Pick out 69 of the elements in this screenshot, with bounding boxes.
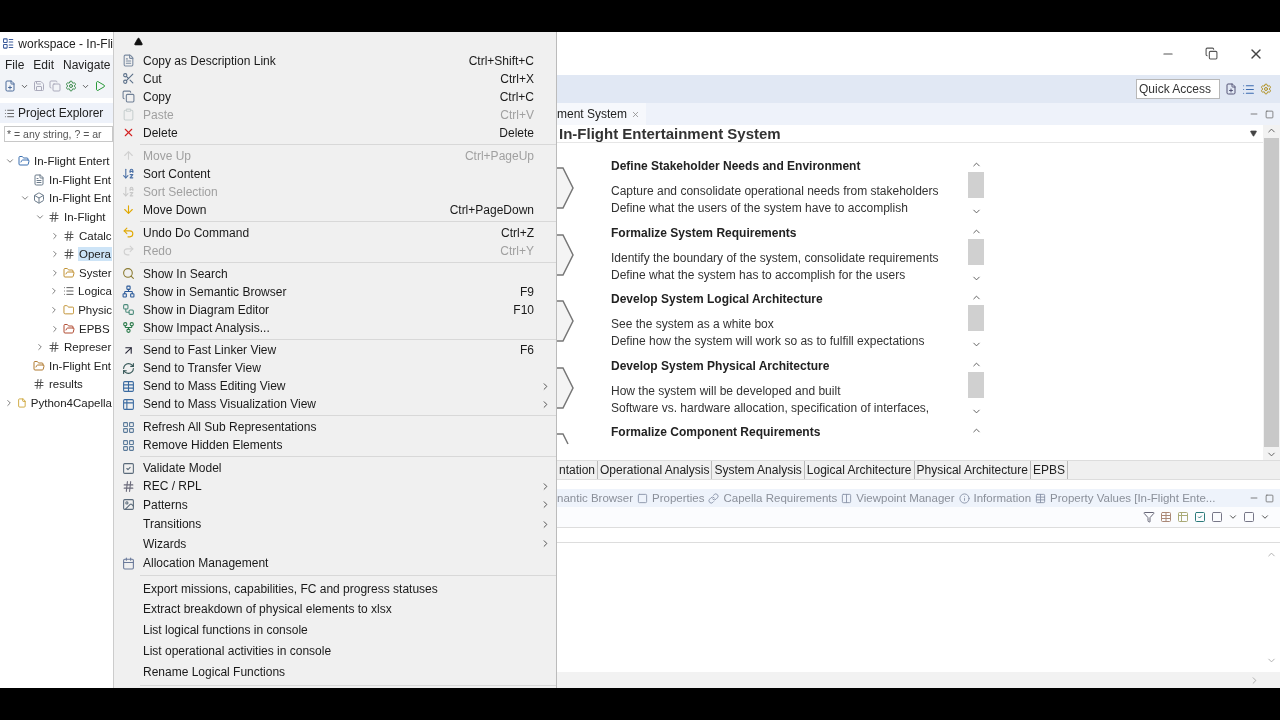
tree-item[interactable]: Python4Capella: [29, 396, 113, 410]
step-description: Define what the users of the system have to accomplish: [611, 200, 909, 217]
quick-access-field[interactable]: Quick Access: [1136, 79, 1220, 99]
menu-item[interactable]: Sort Content: [114, 164, 556, 183]
menu-item[interactable]: Validate Model: [114, 459, 556, 478]
step-title[interactable]: Develop System Physical Architecture: [611, 358, 968, 383]
step-description: See the system as a white box: [611, 316, 775, 333]
editor-title: In-Flight Entertainment System: [559, 125, 781, 142]
menu-item[interactable]: Transitions: [114, 514, 556, 535]
menu-item[interactable]: Wizards: [114, 534, 556, 554]
page-tab[interactable]: Physical Architecture: [914, 461, 1031, 479]
step-description: Identify the boundary of the system, consolidate requirements: [611, 249, 940, 267]
step-description: Capture and consolidate operational needs from stakeholders: [611, 183, 940, 200]
menu-item[interactable]: Refresh All Sub Representations: [114, 418, 556, 437]
menu-item[interactable]: Show in Semantic Browser F9: [114, 282, 556, 301]
step-description: Software vs. hardware allocation, specification of interfaces,: [611, 399, 931, 417]
menu-item[interactable]: Move Down Ctrl+PageDown: [114, 200, 556, 219]
menu-item[interactable]: REC / RPL: [114, 477, 556, 496]
page-tab[interactable]: System Analysis: [712, 461, 805, 479]
tree-item[interactable]: Represer: [63, 340, 113, 355]
tree-item[interactable]: Opera: [78, 247, 112, 262]
menu-item[interactable]: List logical functions in console: [114, 619, 556, 641]
menu-bar-item[interactable]: File: [5, 57, 25, 72]
step-title[interactable]: Formalize System Requirements: [611, 225, 968, 250]
menu-item[interactable]: Copy Ctrl+C: [114, 87, 556, 106]
step-title[interactable]: Develop System Logical Architecture: [611, 292, 968, 316]
tree-item[interactable]: Logica: [77, 284, 113, 299]
tree-item[interactable]: Physic: [77, 303, 113, 318]
menu-item[interactable]: Export missions, capabilities, FC and progress statuses: [114, 578, 556, 599]
menu-item[interactable]: Show In Search: [114, 264, 556, 283]
menu-item[interactable]: Cut Ctrl+X: [114, 69, 556, 88]
step-description: Define what the system has to accomplish for the users: [611, 266, 907, 284]
menu-item[interactable]: List operational activities in console: [114, 640, 556, 662]
menu-item[interactable]: Patterns: [114, 495, 556, 515]
filter-field[interactable]: * = any string, ? = ar: [4, 126, 113, 142]
tree-item[interactable]: results: [48, 377, 84, 392]
tree-item[interactable]: EPBS: [78, 321, 111, 336]
step-title[interactable]: Define Stakeholder Needs and Environment: [611, 159, 968, 183]
menu-item[interactable]: Undo Do Command Ctrl+Z: [114, 223, 556, 242]
tree-item[interactable]: Syster: [78, 265, 113, 280]
menu-item[interactable]: Send to Transfer View: [114, 359, 556, 378]
menu-item[interactable]: Show Impact Analysis...: [114, 318, 556, 337]
step-title[interactable]: Formalize Component Requirements: [611, 425, 968, 449]
menu-item[interactable]: Allocation Management: [114, 553, 556, 574]
page-tab[interactable]: EPBS: [1030, 461, 1068, 479]
tree-item[interactable]: Catalc: [78, 228, 113, 243]
tree-item[interactable]: In-Flight: [63, 210, 107, 225]
tree-item[interactable]: In-Flight Entert: [33, 154, 111, 169]
menu-item[interactable]: Extract breakdown of physical elements to xlsx: [114, 598, 556, 620]
step-description: Define how the system will work so as to fulfill expectations: [611, 333, 926, 350]
menu-item[interactable]: Send to Fast Linker View F6: [114, 341, 556, 360]
menu-bar-item[interactable]: Edit: [33, 57, 55, 72]
window-title: workspace - In-Fli: [18, 36, 113, 51]
menu-item[interactable]: Copy as Description Link Ctrl+Shift+C: [114, 51, 556, 70]
tree-item[interactable]: In-Flight Ent: [48, 358, 112, 373]
menu-item[interactable]: Send to Mass Visualization View: [114, 395, 556, 414]
page-tab[interactable]: Logical Architecture: [804, 461, 915, 479]
menu-item[interactable]: Rename Logical Functions: [114, 661, 556, 682]
menu-item[interactable]: Delete Delete: [114, 123, 556, 142]
menu-bar-item[interactable]: Navigate: [63, 57, 111, 72]
menu-item[interactable]: Show in Diagram Editor F10: [114, 300, 556, 319]
tree-item[interactable]: In-Flight Ent: [48, 172, 112, 187]
step-description: How the system will be developed and built: [611, 382, 842, 400]
tree-item[interactable]: In-Flight Ent: [48, 191, 112, 206]
menu-item[interactable]: Remove Hidden Elements: [114, 436, 556, 455]
editor-tab[interactable]: ment System: [557, 103, 647, 125]
page-tab[interactable]: ntation: [557, 461, 599, 479]
menu-item[interactable]: Send to Mass Editing View: [114, 377, 556, 396]
page-tab[interactable]: Operational Analysis: [598, 461, 713, 479]
